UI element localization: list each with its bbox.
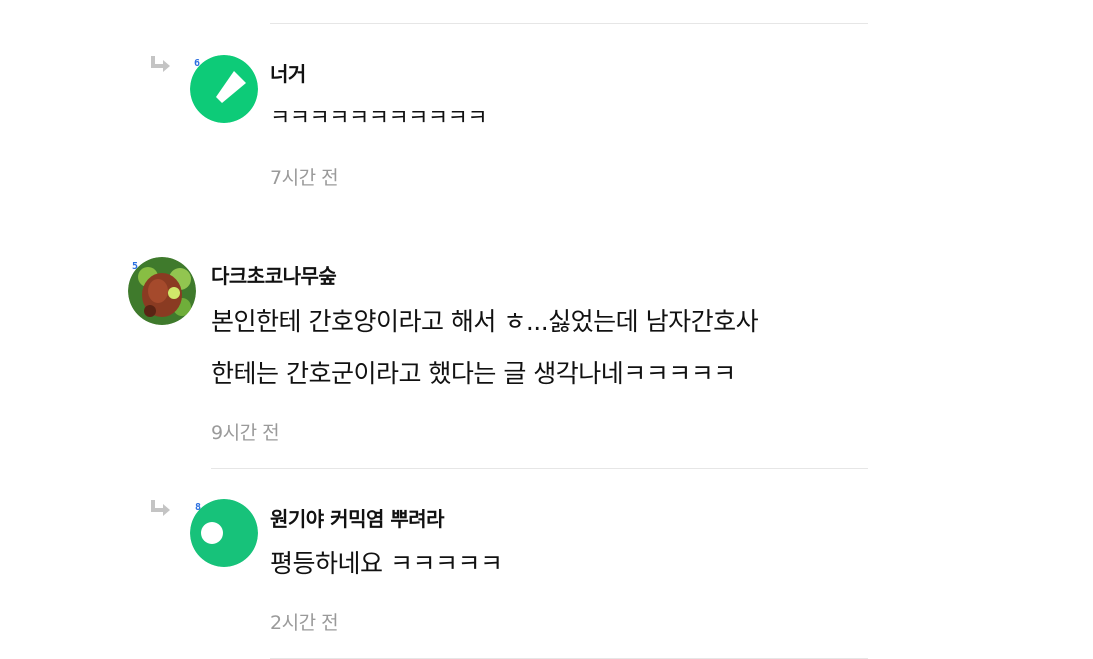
timestamp: 7시간 전 [270, 167, 339, 189]
reply-arrow-icon [151, 500, 170, 516]
timestamp: 2시간 전 [270, 612, 339, 634]
avatar[interactable] [190, 55, 258, 123]
timestamp: 9시간 전 [211, 422, 280, 444]
avatar[interactable] [128, 257, 196, 325]
level-badge: 5 [132, 261, 139, 272]
level-badge: 6 [194, 58, 201, 69]
nickname[interactable]: 원기야 커믹염 뿌려라 [270, 503, 445, 532]
avatar-image [128, 257, 196, 325]
comment-divider [211, 468, 868, 469]
comment-divider [270, 23, 868, 24]
comment-text-line: 본인한테 간호양이라고 해서 ㅎ...싫었는데 남자간호사 [211, 307, 759, 336]
avatar-image [190, 55, 258, 123]
level-badge: 8 [195, 502, 202, 513]
comment-text: ㅋㅋㅋㅋㅋㅋㅋㅋㅋㅋㅋ [270, 106, 488, 131]
nickname[interactable]: 다크초코나무숲 [211, 260, 337, 289]
nickname[interactable]: 너거 [270, 58, 306, 87]
comment-text-line: 한테는 간호군이라고 했다는 글 생각나네ㅋㅋㅋㅋㅋ [211, 359, 736, 388]
reply-arrow-icon [151, 56, 170, 72]
comment-text: 평등하네요 ㅋㅋㅋㅋㅋ [270, 549, 503, 578]
